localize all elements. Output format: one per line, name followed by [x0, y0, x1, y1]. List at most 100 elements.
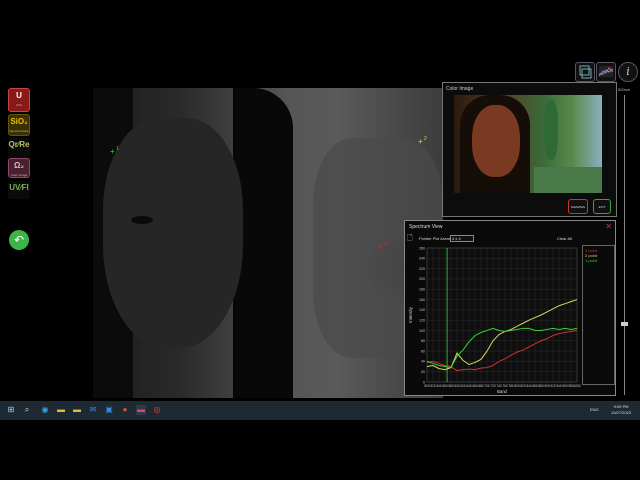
color-image-thumbnail[interactable]	[454, 95, 602, 193]
marker-3-crosshair: +	[378, 242, 383, 251]
y-tick-label: 120	[419, 318, 425, 322]
x-tick-label: 560	[442, 384, 448, 388]
pointer-area-label: Pointer Pixl Areas:	[419, 236, 452, 241]
close-icon[interactable]: ✕	[605, 222, 612, 231]
y-tick-label: 240	[419, 257, 425, 261]
x-tick-label: 800	[514, 384, 520, 388]
y-tick-label: 60	[421, 349, 425, 353]
marker-1-number: 1	[116, 146, 119, 152]
x-tick-label: 620	[460, 384, 466, 388]
color-image-panel: Color Image SAVE/IMG EXIT	[442, 82, 617, 217]
back-button[interactable]: ↶	[9, 230, 29, 250]
exit-button[interactable]: EXIT	[593, 199, 611, 214]
image-face	[103, 118, 243, 348]
edge-icon[interactable]: ◉	[40, 405, 50, 415]
color-image-title: Color Image	[446, 86, 474, 92]
spectrum-icon	[598, 66, 614, 77]
x-tick-label: 580	[448, 384, 454, 388]
x-tick-label: 600	[454, 384, 460, 388]
marker-1-crosshair: +	[110, 147, 115, 156]
x-tick-label: 520	[430, 384, 436, 388]
x-tick-label: 500	[424, 384, 430, 388]
tool-spectral-cube-label: Spectral Cube	[9, 129, 29, 133]
x-tick-label: 680	[478, 384, 484, 388]
spectrum-legend: 3 point 2 point 1 point	[582, 245, 615, 385]
file-explorer-icon[interactable]: ▬	[56, 405, 66, 415]
spectrum-button[interactable]	[596, 62, 616, 82]
spectral-cube-icon: SiO₂	[10, 117, 28, 126]
x-tick-label: 760	[502, 384, 508, 388]
app-icon-active[interactable]: ◎	[152, 405, 162, 415]
mail-icon[interactable]: ✉	[88, 405, 98, 415]
ratio-icon: Qr⁄Re	[8, 140, 30, 149]
marker-3-number: 3	[384, 241, 387, 247]
x-tick-label: 900	[544, 384, 550, 388]
x-tick-label: 840	[526, 384, 532, 388]
tool-ratio-button[interactable]: Qr⁄Re	[8, 138, 30, 160]
spectrum-chart[interactable]: 020406080100120140160180200220240260500 5…	[407, 244, 581, 394]
x-axis-label: Band	[497, 389, 507, 394]
y-tick-label: 260	[419, 246, 425, 250]
y-tick-label: 40	[421, 360, 425, 364]
clock[interactable]: 9:09 PM 10/27/2023	[611, 404, 631, 416]
app-icon-spectrum[interactable]: ▬	[136, 405, 146, 415]
uv-fluorescence-icon: U	[16, 91, 22, 100]
tool-color-image-button[interactable]: Ω₂ Color Image	[8, 158, 30, 178]
x-tick-label: 820	[520, 384, 526, 388]
y-tick-label: 160	[419, 298, 425, 302]
chrome-icon[interactable]: ●	[120, 405, 130, 415]
x-tick-label: 700	[484, 384, 490, 388]
pointer-area-value: 4 x 4	[452, 236, 461, 241]
x-tick-label: 640	[466, 384, 472, 388]
scale-label: 500nm	[618, 87, 631, 92]
y-tick-label: 140	[419, 308, 425, 312]
x-tick-label: 780	[508, 384, 514, 388]
back-arrow-icon: ↶	[13, 233, 25, 247]
save-image-button[interactable]: SAVE/IMG	[568, 199, 588, 214]
pointer-area-select[interactable]: 4 x 4	[450, 235, 474, 242]
tool-color-image-label: Color Image	[10, 173, 28, 177]
image-eye	[131, 216, 153, 224]
y-tick-label: 220	[419, 267, 425, 271]
tool-uv-button[interactable]: U UVF	[8, 88, 30, 112]
spectrum-view-panel: Spectrum View ✕ 🗋 Pointer Pixl Areas: 4 …	[404, 220, 616, 396]
scale-slider-knob[interactable]	[621, 322, 628, 326]
x-tick-label: 740	[496, 384, 502, 388]
legend-item-1: 1 point	[585, 258, 598, 263]
marker-2[interactable]: + 2	[418, 136, 427, 146]
folder-icon[interactable]: ▬	[72, 405, 82, 415]
marker-3[interactable]: + 3	[378, 241, 387, 251]
x-tick-label: 540	[436, 384, 442, 388]
scale-slider-track[interactable]	[624, 95, 625, 395]
y-tick-label: 20	[421, 370, 425, 374]
layers-icon	[579, 65, 592, 79]
store-icon[interactable]: ▣	[104, 405, 114, 415]
clear-all-button[interactable]: Clear All	[557, 236, 572, 241]
x-tick-label: 860	[532, 384, 538, 388]
tool-uv-fl-button[interactable]: UV⁄Fl	[8, 181, 30, 199]
y-tick-label: 200	[419, 277, 425, 281]
x-tick-label: 1000	[573, 384, 580, 388]
layers-button[interactable]	[575, 62, 595, 82]
x-tick-label: 720	[490, 384, 496, 388]
info-button[interactable]: i	[618, 62, 638, 82]
marker-2-crosshair: +	[418, 137, 423, 146]
tool-uv-label: UVF	[16, 103, 22, 107]
taskbar: ⊞ ⌕ ◉ ▬ ▬ ✉ ▣ ● ▬ ◎ ENG 9:09 PM 10/27/20…	[0, 401, 640, 420]
thumb-tree	[544, 100, 558, 160]
main-image-canvas[interactable]: + 1 + 2 + 3	[93, 88, 443, 398]
spectrum-view-title: Spectrum View	[409, 224, 443, 230]
search-icon[interactable]: ⌕	[22, 405, 32, 415]
language-indicator[interactable]: ENG	[590, 407, 599, 412]
y-axis-label: Intensity	[408, 306, 413, 323]
windows-start-icon[interactable]: ⊞	[6, 405, 16, 415]
y-tick-label: 100	[419, 329, 425, 333]
marker-1[interactable]: + 1	[110, 146, 119, 156]
plot-area	[426, 247, 578, 383]
clock-date: 10/27/2023	[611, 410, 632, 415]
info-icon: i	[626, 65, 630, 78]
y-tick-label: 180	[419, 288, 425, 292]
uv-icon: UV⁄Fl	[9, 183, 29, 192]
tool-spectral-cube-button[interactable]: SiO₂ Spectral Cube	[8, 114, 30, 136]
thumb-face	[472, 105, 520, 177]
